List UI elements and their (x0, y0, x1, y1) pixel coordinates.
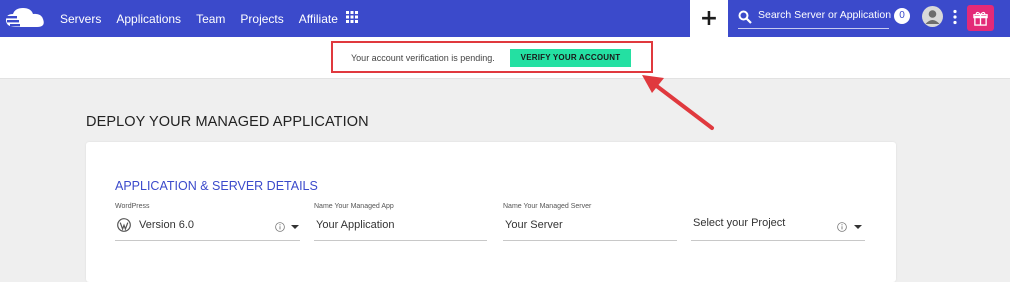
add-button[interactable]: + (690, 0, 728, 37)
verification-pending-text: Your account verification is pending. (351, 53, 495, 63)
verify-account-button[interactable]: VERIFY YOUR ACCOUNT (510, 49, 631, 67)
notification-count-badge[interactable]: 0 (894, 8, 910, 24)
nav-affiliate[interactable]: Affiliate (299, 12, 338, 26)
project-select[interactable]: Select your Project (691, 203, 865, 241)
wordpress-icon (117, 218, 131, 232)
chevron-down-icon (854, 225, 862, 229)
more-options-icon[interactable] (952, 9, 958, 25)
top-navigation-bar: Servers Applications Team Projects Affil… (0, 0, 1010, 37)
nav-projects[interactable]: Projects (240, 12, 283, 26)
app-name-label: Name Your Managed App (314, 203, 394, 210)
section-title: APPLICATION & SERVER DETAILS (115, 179, 318, 193)
server-name-label: Name Your Managed Server (503, 203, 592, 210)
chevron-down-icon (291, 225, 299, 229)
annotation-arrow-icon (642, 75, 714, 130)
app-name-value: Your Application (316, 219, 395, 231)
project-select-value: Select your Project (693, 217, 786, 229)
nav-servers[interactable]: Servers (60, 12, 101, 26)
apps-grid-icon[interactable] (346, 11, 358, 23)
add-button-label: + (699, 6, 719, 31)
search-input[interactable]: Search Server or Application (738, 6, 892, 29)
main-nav: Servers Applications Team Projects Affil… (60, 0, 353, 37)
nav-team[interactable]: Team (196, 12, 225, 26)
app-name-field[interactable]: Name Your Managed App Your Application (314, 203, 487, 241)
nav-applications[interactable]: Applications (116, 12, 181, 26)
info-icon[interactable] (275, 222, 285, 232)
server-name-field[interactable]: Name Your Managed Server Your Server (503, 203, 677, 241)
page-title: DEPLOY YOUR MANAGED APPLICATION (86, 114, 369, 130)
cloudways-logo-icon[interactable] (4, 5, 48, 31)
application-type-label: WordPress (115, 203, 150, 210)
application-version-value: Version 6.0 (139, 219, 195, 231)
gift-button[interactable] (967, 5, 994, 31)
info-icon[interactable] (837, 222, 847, 232)
user-avatar[interactable] (922, 6, 943, 27)
server-name-value: Your Server (505, 219, 563, 231)
search-placeholder: Search Server or Application (758, 9, 892, 21)
search-icon (738, 10, 752, 24)
user-icon (925, 10, 940, 24)
gift-icon (973, 11, 988, 26)
application-version-select[interactable]: WordPress Version 6.0 (115, 203, 300, 241)
